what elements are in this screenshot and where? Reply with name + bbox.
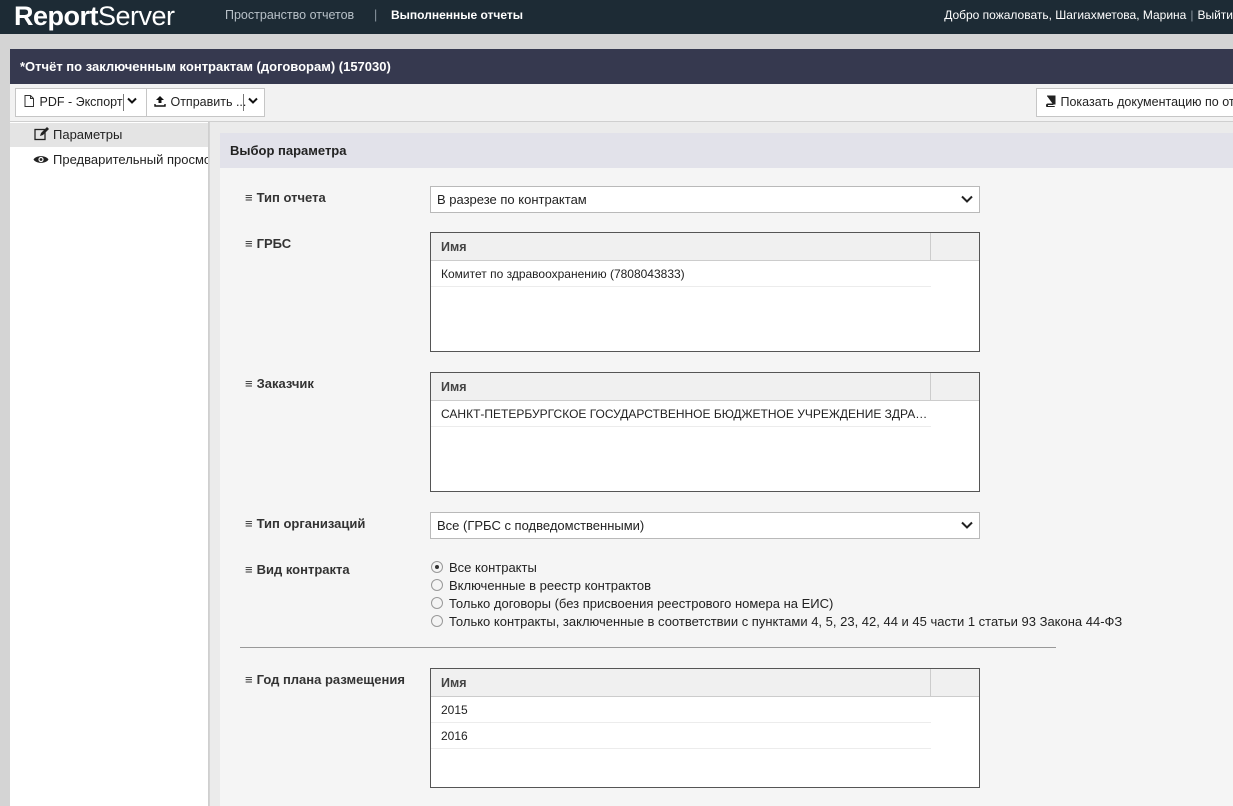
edit-icon [32,123,50,147]
send-divider [243,94,244,111]
param-label-contract-kind: ≡ Вид контракта [245,562,350,577]
show-documentation-label: Показать документацию по отчету [1060,95,1233,109]
hamburger-icon: ≡ [245,190,253,205]
param-label-org-type: ≡ Тип организаций [245,516,366,531]
user-separator: | [1190,8,1194,22]
report-sidebar: Параметры Предварительный просмотр [10,122,209,806]
parameter-panel: Выбор параметра ≡ Тип отчета В разрезе по… [220,133,1233,806]
radio-button[interactable] [431,579,443,591]
org-type-select[interactable]: Все (ГРБС с подведомственными) [430,512,980,539]
radio-contracts-44fz[interactable]: Только контракты, заключенные в соответс… [431,613,1122,631]
column-header-name[interactable]: Имя [431,669,931,697]
send-label: Отправить ... [170,95,247,109]
org-type-value: Все (ГРБС с подведомственными) [437,518,645,533]
contract-kind-radio-group: Все контракты Включенные в реестр контра… [431,559,1122,631]
radio-button[interactable] [431,561,443,573]
eye-icon [32,148,50,172]
section-title: Выбор параметра [220,133,1233,168]
top-nav-bar: ReportServer Пространство отчетов | Выпо… [0,0,1233,34]
nav-completed-reports-link[interactable]: Выполненные отчеты [391,0,523,30]
chevron-down-icon[interactable] [245,89,261,116]
chevron-down-icon [961,187,973,212]
upload-icon [153,89,167,116]
plan-year-grid[interactable]: Имя 2015 2016 [430,668,980,788]
grid-header: Имя [431,669,979,697]
app-logo[interactable]: ReportServer [14,0,175,34]
chevron-down-icon[interactable] [124,89,140,116]
column-header-name[interactable]: Имя [431,373,931,401]
report-type-value: В разрезе по контрактам [437,192,587,207]
table-row[interactable]: 2016 [431,723,931,749]
column-header-name[interactable]: Имя [431,233,931,261]
param-label-plan-year: ≡ Год плана размещения [245,672,405,687]
radio-button[interactable] [431,597,443,609]
sidebar-item-label: Параметры [53,127,123,142]
radio-registered-contracts[interactable]: Включенные в реестр контрактов [431,577,1122,595]
main-content: Выбор параметра ≡ Тип отчета В разрезе по… [210,122,1233,806]
param-label-report-type: ≡ Тип отчета [245,190,326,205]
book-icon [1043,89,1057,116]
send-button[interactable]: Отправить ... [146,88,265,117]
chevron-down-icon [961,513,973,538]
grid-header: Имя [431,233,979,261]
show-documentation-button[interactable]: Показать документацию по отчету [1036,88,1233,117]
param-label-grbs: ≡ ГРБС [245,236,292,251]
radio-all-contracts[interactable]: Все контракты [431,559,1122,577]
radio-button[interactable] [431,615,443,627]
report-type-select[interactable]: В разрезе по контрактам [430,186,980,213]
hamburger-icon: ≡ [245,516,253,531]
grid-header: Имя [431,373,979,401]
sidebar-item-preview[interactable]: Предварительный просмотр [10,148,209,172]
pdf-export-label: PDF - Экспорт [39,95,123,109]
radio-agreements-only[interactable]: Только договоры (без присвоения реестров… [431,595,1122,613]
table-row[interactable]: 2015 [431,697,931,723]
welcome-text: Добро пожаловать, Шагиахметова, Марина [944,8,1187,22]
pdf-export-button[interactable]: PDF - Экспорт [15,88,150,117]
nav-separator: | [374,8,378,22]
pdf-file-icon [22,89,36,116]
hamburger-icon: ≡ [245,376,253,391]
logout-link[interactable]: Выйти [1197,8,1233,22]
user-area: Добро пожаловать, Шагиахметова, Марина | В… [944,0,1233,30]
sidebar-item-parameters[interactable]: Параметры [10,123,208,147]
divider [240,647,1056,648]
table-row[interactable]: Комитет по здравоохранению (7808043833) [431,261,931,287]
report-toolbar: PDF - Экспорт Отправить ... Показать док… [10,84,1233,122]
param-label-customer: ≡ Заказчик [245,376,314,391]
table-row[interactable]: САНКТ-ПЕТЕРБУРГСКОЕ ГОСУДАРСТВЕННОЕ БЮДЖ… [431,401,931,427]
sidebar-item-label: Предварительный просмотр [53,152,209,167]
report-title: *Отчёт по заключенным контрактам (догово… [10,49,1233,84]
hamburger-icon: ≡ [245,562,253,577]
nav-report-spaces-link[interactable]: Пространство отчетов [225,0,354,30]
hamburger-icon: ≡ [245,672,253,687]
customer-grid[interactable]: Имя САНКТ-ПЕТЕРБУРГСКОЕ ГОСУДАРСТВЕННОЕ … [430,372,980,492]
hamburger-icon: ≡ [245,236,253,251]
grbs-grid[interactable]: Имя Комитет по здравоохранению (78080438… [430,232,980,352]
